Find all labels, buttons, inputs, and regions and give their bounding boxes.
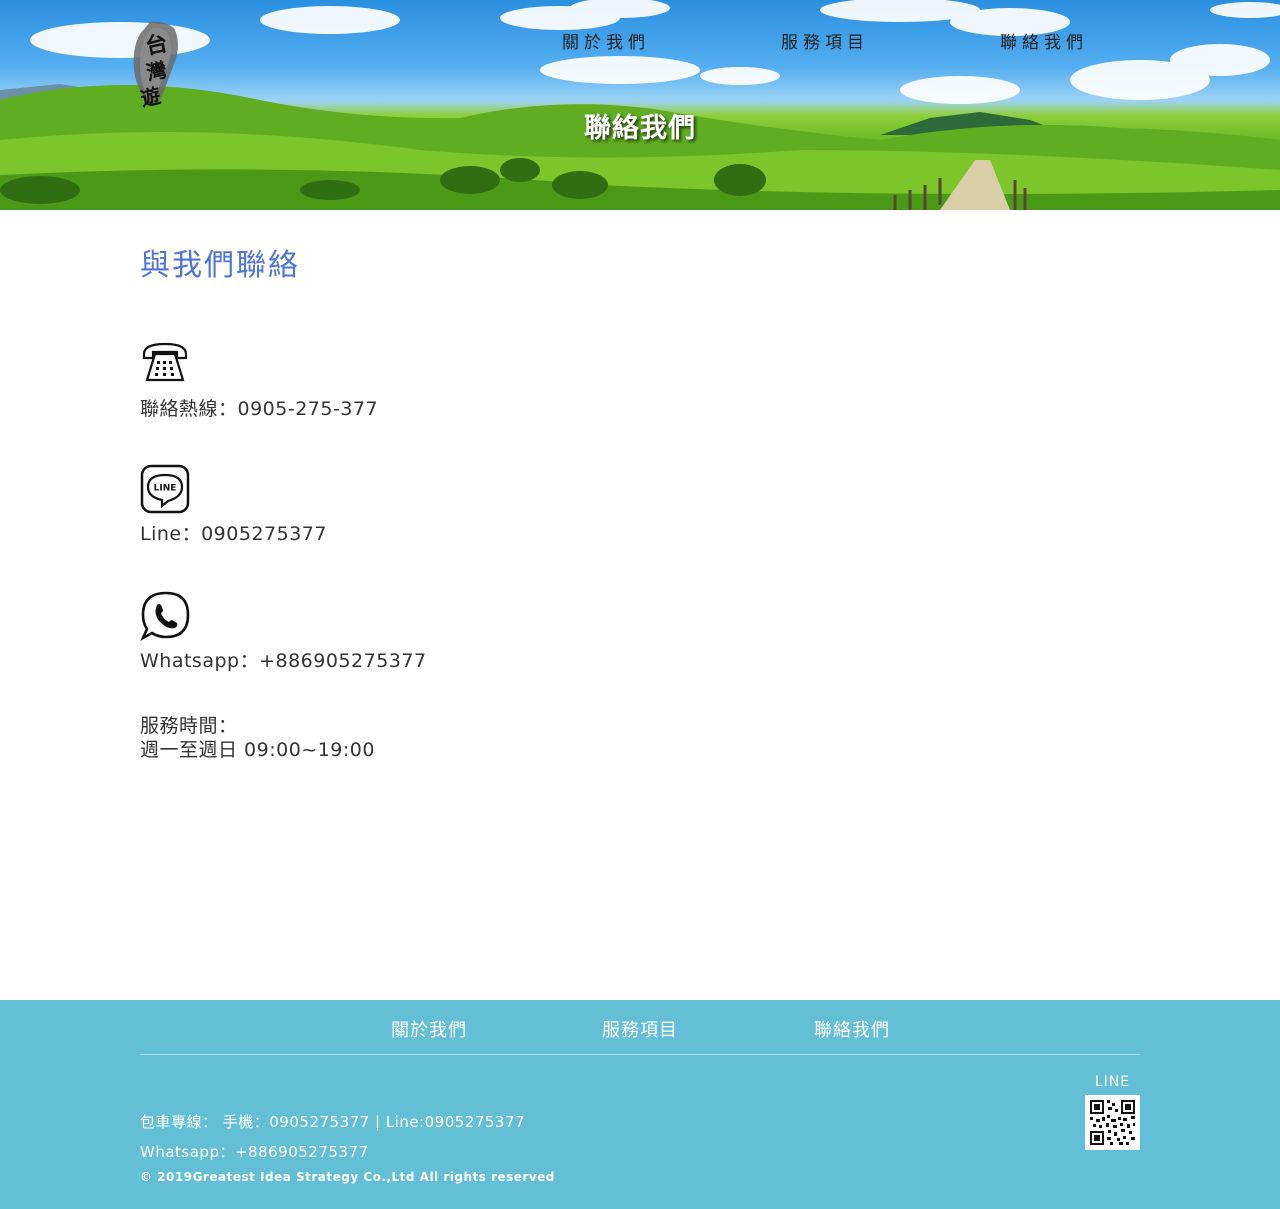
service-hours-label: 服務時間： <box>140 715 238 737</box>
telephone-icon <box>142 342 188 382</box>
service-hours: 服務時間： 週一至週日 09:00~19:00 <box>140 714 375 762</box>
footer-nav-contact[interactable]: 聯絡我們 <box>814 1016 890 1042</box>
service-hours-value: 週一至週日 09:00~19:00 <box>140 739 375 761</box>
section-heading: 與我們聯絡 <box>140 248 300 283</box>
hero-banner: 台 灣 遊 關於我們 服務項目 聯絡我們 聯絡我們 <box>0 0 1280 210</box>
nav-services[interactable]: 服務項目 <box>781 28 869 53</box>
nav-about[interactable]: 關於我們 <box>562 28 650 53</box>
footer-nav-about[interactable]: 關於我們 <box>391 1016 467 1042</box>
footer-whatsapp: Whatsapp：+886905275377 <box>140 1143 369 1161</box>
footer-divider <box>140 1054 1140 1055</box>
whatsapp-text: Whatsapp：+886905275377 <box>140 650 427 672</box>
top-nav: 關於我們 服務項目 聯絡我們 <box>0 28 1280 53</box>
whatsapp-icon <box>140 591 190 642</box>
line-text: Line：0905275377 <box>140 523 327 545</box>
footer-nav-services[interactable]: 服務項目 <box>602 1016 678 1042</box>
copyright: © 2019Greatest Idea Strategy Co.,Ltd All… <box>140 1170 555 1184</box>
hotline-text: 聯絡熱線：0905-275-377 <box>140 398 379 420</box>
line-icon: LINE <box>140 464 190 514</box>
footer-hotline: 包車專線： 手機：0905275377 | Line:0905275377 <box>140 1113 526 1131</box>
svg-text:LINE: LINE <box>154 484 177 494</box>
footer: 關於我們 服務項目 聯絡我們 包車專線： 手機：0905275377 | Lin… <box>0 1000 1280 1209</box>
page-title: 聯絡我們 <box>584 113 696 144</box>
line-qr-code[interactable] <box>1085 1095 1140 1150</box>
qr-label: LINE <box>1094 1074 1131 1090</box>
nav-contact[interactable]: 聯絡我們 <box>1000 28 1088 53</box>
